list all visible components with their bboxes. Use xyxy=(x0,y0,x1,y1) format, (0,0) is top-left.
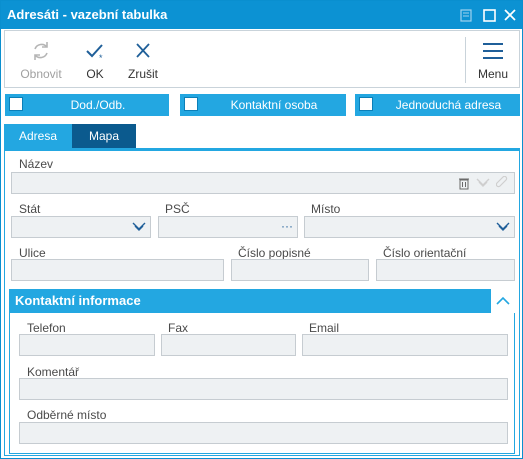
refresh-button[interactable]: Obnovit xyxy=(13,31,69,87)
window-title: Adresáti - vazební tabulka xyxy=(7,7,168,22)
contact-person-checkbox[interactable] xyxy=(184,97,198,111)
title-bar: Adresáti - vazební tabulka xyxy=(1,1,522,29)
country-select[interactable] xyxy=(11,216,151,238)
x-icon xyxy=(131,39,155,63)
comment-field[interactable] xyxy=(19,378,508,400)
orientation-number-field[interactable] xyxy=(376,259,515,281)
cancel-button[interactable]: Zrušit xyxy=(121,31,165,87)
phone-field[interactable] xyxy=(19,334,155,356)
contact-section-header: Kontaktní informace xyxy=(9,289,515,313)
menu-button[interactable]: Menu xyxy=(471,31,515,87)
house-number-field[interactable] xyxy=(231,259,369,281)
chevron-up-icon[interactable] xyxy=(491,289,515,313)
delivery-point-label: Odběrné místo xyxy=(27,408,107,422)
fax-label: Fax xyxy=(168,321,189,335)
delivery-point-field[interactable] xyxy=(19,422,508,444)
simple-address-label: Jednoduchá adresa xyxy=(395,98,502,112)
delivery-toggle[interactable]: Dod./Odb. xyxy=(5,94,169,116)
toolbar: Obnovit * OK Zrušit Menu xyxy=(4,30,520,88)
city-select[interactable] xyxy=(304,216,515,238)
name-field[interactable] xyxy=(11,172,515,194)
cancel-label: Zrušit xyxy=(128,67,158,81)
email-field[interactable] xyxy=(302,334,508,356)
menu-label: Menu xyxy=(477,67,509,81)
chevron-down-icon[interactable] xyxy=(496,221,510,236)
name-label: Název xyxy=(19,157,54,171)
filter-icon[interactable] xyxy=(476,177,490,192)
chevron-down-icon[interactable] xyxy=(132,221,146,236)
more-icon[interactable]: ··· xyxy=(281,219,293,233)
phone-label: Telefon xyxy=(27,321,66,335)
tab-address[interactable]: Adresa xyxy=(4,124,72,149)
contact-person-toggle[interactable]: Kontaktní osoba xyxy=(180,94,346,116)
attach-icon[interactable] xyxy=(495,175,508,193)
refresh-label: Obnovit xyxy=(20,67,62,81)
delivery-checkbox[interactable] xyxy=(9,97,23,111)
close-icon[interactable] xyxy=(500,5,520,25)
trash-icon[interactable] xyxy=(458,176,470,193)
tab-map[interactable]: Mapa xyxy=(72,124,136,149)
hamburger-icon xyxy=(481,39,505,63)
refresh-icon xyxy=(29,39,53,63)
zip-field[interactable]: ··· xyxy=(158,216,298,238)
contact-section-title: Kontaktní informace xyxy=(15,293,141,308)
contact-person-label: Kontaktní osoba xyxy=(230,98,318,112)
house-number-label: Číslo popisné xyxy=(238,246,311,260)
orientation-number-label: Číslo orientační xyxy=(383,246,467,260)
comment-label: Komentář xyxy=(27,365,80,379)
country-label: Stát xyxy=(19,202,41,216)
fax-field[interactable] xyxy=(161,334,296,356)
email-label: Email xyxy=(309,321,340,335)
svg-text:*: * xyxy=(99,53,103,63)
street-label: Ulice xyxy=(19,246,46,260)
restore-icon[interactable] xyxy=(456,5,476,25)
dialog-window: Adresáti - vazební tabulka Obnovit * OK xyxy=(0,0,523,459)
maximize-icon[interactable] xyxy=(479,5,499,25)
toolbar-separator xyxy=(465,37,466,83)
street-field[interactable] xyxy=(11,259,224,281)
delivery-label: Dod./Odb. xyxy=(70,98,126,112)
ok-button[interactable]: * OK xyxy=(75,31,115,87)
simple-address-checkbox[interactable] xyxy=(359,97,373,111)
city-label: Místo xyxy=(311,202,341,216)
ok-label: OK xyxy=(86,67,104,81)
check-icon: * xyxy=(83,39,107,63)
simple-address-toggle[interactable]: Jednoduchá adresa xyxy=(355,94,520,116)
zip-label: PSČ xyxy=(165,202,190,216)
